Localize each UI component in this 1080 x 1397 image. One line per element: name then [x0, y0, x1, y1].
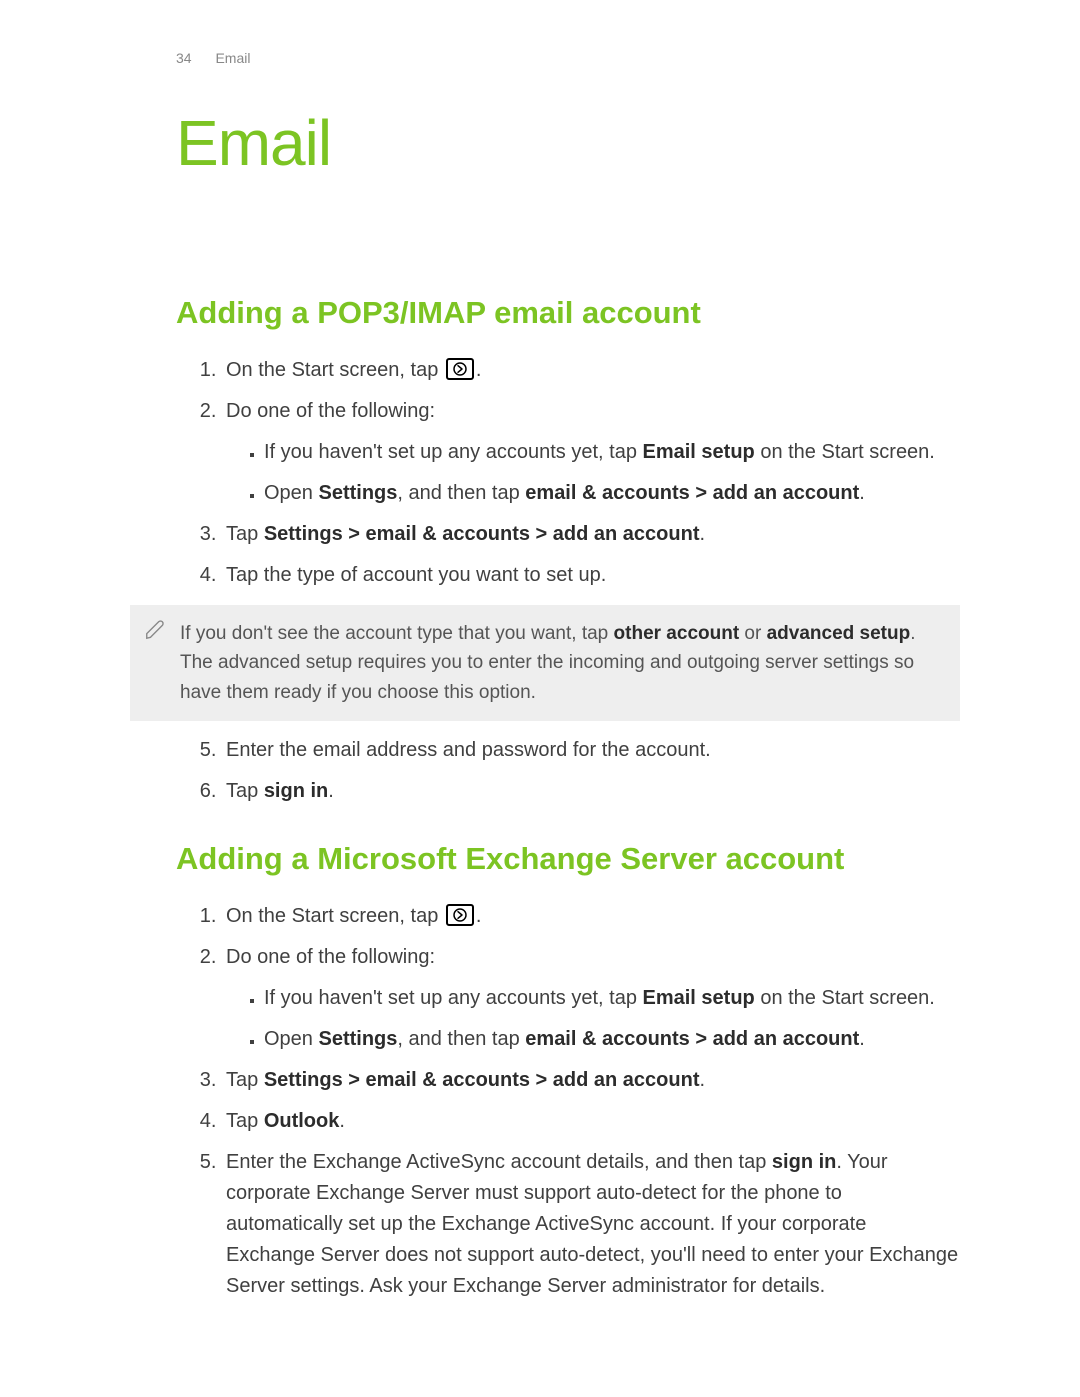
steps-list-exchange: On the Start screen, tap . Do one of the… [176, 901, 960, 1302]
step-item: On the Start screen, tap . [222, 901, 960, 932]
pen-icon [144, 619, 166, 641]
arrow-right-icon [446, 358, 474, 380]
step-item: Enter the Exchange ActiveSync account de… [222, 1147, 960, 1302]
note-box: If you don't see the account type that y… [130, 605, 960, 721]
document-page: 34 Email Email Adding a POP3/IMAP email … [0, 0, 1080, 1397]
step-item: Do one of the following: If you haven't … [222, 942, 960, 1055]
sub-item: If you haven't set up any accounts yet, … [264, 983, 960, 1014]
running-header: 34 Email [176, 48, 960, 70]
note-text: If you don't see the account type that y… [180, 619, 932, 707]
step-item: Do one of the following: If you haven't … [222, 396, 960, 509]
step-item: On the Start screen, tap . [222, 355, 960, 386]
sub-list: If you haven't set up any accounts yet, … [226, 437, 960, 509]
step-item: Tap the type of account you want to set … [222, 560, 960, 591]
page-number: 34 [176, 50, 192, 66]
chapter-title: Email [176, 94, 960, 193]
sub-item: If you haven't set up any accounts yet, … [264, 437, 960, 468]
section-title-pop3: Adding a POP3/IMAP email account [176, 289, 960, 337]
step-item: Enter the email address and password for… [222, 735, 960, 766]
step-item: Tap Settings > email & accounts > add an… [222, 519, 960, 550]
step-item: Tap sign in. [222, 776, 960, 807]
section-title-exchange: Adding a Microsoft Exchange Server accou… [176, 835, 960, 883]
sub-list: If you haven't set up any accounts yet, … [226, 983, 960, 1055]
steps-list-pop3-cont: Enter the email address and password for… [176, 735, 960, 807]
step-item: Tap Settings > email & accounts > add an… [222, 1065, 960, 1096]
sub-item: Open Settings, and then tap email & acco… [264, 1024, 960, 1055]
step-item: Tap Outlook. [222, 1106, 960, 1137]
sub-item: Open Settings, and then tap email & acco… [264, 478, 960, 509]
arrow-right-icon [446, 904, 474, 926]
header-section: Email [215, 50, 250, 66]
steps-list-pop3: On the Start screen, tap . Do one of the… [176, 355, 960, 591]
